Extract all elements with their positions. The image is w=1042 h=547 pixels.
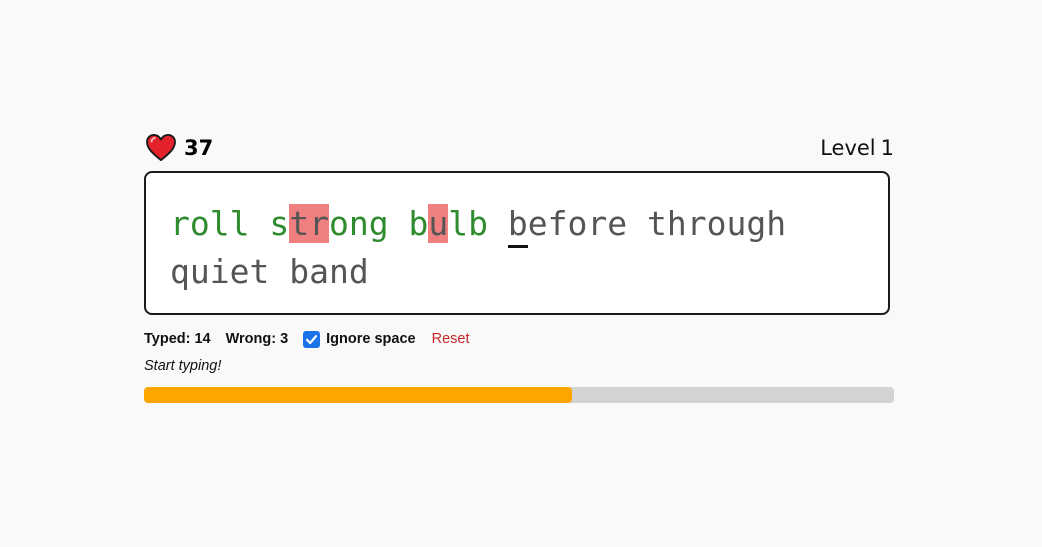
text-char: e bbox=[527, 204, 548, 243]
heart-icon bbox=[146, 134, 176, 162]
ignore-space-label: Ignore space bbox=[326, 331, 416, 347]
text-char bbox=[269, 252, 289, 291]
text-char: s bbox=[269, 204, 290, 243]
text-char: o bbox=[706, 204, 727, 243]
text-char: r bbox=[170, 204, 190, 243]
progress-fill bbox=[144, 387, 572, 403]
text-char: u bbox=[189, 252, 210, 291]
lives-display: 37 bbox=[146, 134, 213, 162]
level-label: Level bbox=[820, 136, 876, 160]
typed-label: Typed: bbox=[144, 331, 191, 347]
text-char bbox=[250, 204, 270, 243]
text-char: u bbox=[428, 204, 449, 243]
text-char: o bbox=[329, 204, 349, 243]
checkmark-icon bbox=[306, 334, 318, 344]
text-char: d bbox=[348, 252, 369, 291]
text-char: n bbox=[348, 204, 369, 243]
level-number: 1 bbox=[880, 136, 894, 160]
typing-game: 37 Level 1 roll strong bulb before throug… bbox=[144, 133, 894, 403]
text-char: b bbox=[468, 204, 488, 243]
text-char: u bbox=[726, 204, 747, 243]
text-char: g bbox=[746, 204, 767, 243]
text-char: l bbox=[209, 204, 230, 243]
lives-count: 37 bbox=[184, 136, 214, 160]
typing-text: roll strong bulb before through quiet ba… bbox=[170, 200, 860, 296]
level-indicator: Level 1 bbox=[820, 136, 894, 160]
text-char: h bbox=[766, 204, 787, 243]
text-char bbox=[488, 204, 508, 243]
progress-bar bbox=[144, 387, 894, 403]
wrong-label: Wrong: bbox=[225, 331, 277, 347]
text-char: f bbox=[547, 204, 568, 243]
text-char: o bbox=[189, 204, 210, 243]
reset-button[interactable]: Reset bbox=[432, 331, 470, 347]
text-char: t bbox=[647, 204, 667, 243]
text-char: b bbox=[289, 252, 310, 291]
text-char: l bbox=[448, 204, 469, 243]
text-char bbox=[786, 204, 806, 243]
status-message: Start typing! bbox=[144, 358, 222, 374]
stats-bar: Typed: 14 Wrong: 3 Ignore space Reset bbox=[144, 329, 469, 349]
wrong-stat: Wrong: 3 bbox=[226, 331, 289, 347]
ignore-space-checkbox[interactable] bbox=[303, 330, 321, 348]
text-char: h bbox=[666, 204, 687, 243]
text-char: r bbox=[587, 204, 608, 243]
text-char: n bbox=[329, 252, 349, 291]
text-char: t bbox=[289, 204, 310, 243]
text-char: l bbox=[229, 204, 250, 243]
text-char: o bbox=[567, 204, 588, 243]
text-char: i bbox=[209, 252, 230, 291]
text-char: r bbox=[309, 204, 329, 243]
ignore-space-toggle[interactable]: Ignore space bbox=[303, 330, 416, 348]
text-char: g bbox=[368, 204, 389, 243]
text-char: q bbox=[170, 252, 190, 291]
text-char: e bbox=[229, 252, 250, 291]
text-char: b bbox=[507, 204, 528, 243]
wrong-value: 3 bbox=[280, 331, 289, 347]
game-header: 37 Level 1 bbox=[144, 133, 894, 167]
text-char bbox=[627, 204, 647, 243]
text-char: t bbox=[249, 252, 270, 291]
typed-value: 14 bbox=[194, 331, 211, 347]
text-char: b bbox=[408, 204, 429, 243]
text-char: e bbox=[607, 204, 628, 243]
typed-stat: Typed: 14 bbox=[144, 331, 211, 347]
text-char bbox=[389, 204, 409, 243]
text-char: r bbox=[686, 204, 707, 243]
text-char: a bbox=[309, 252, 329, 291]
typing-text-box[interactable]: roll strong bulb before through quiet ba… bbox=[144, 171, 890, 315]
